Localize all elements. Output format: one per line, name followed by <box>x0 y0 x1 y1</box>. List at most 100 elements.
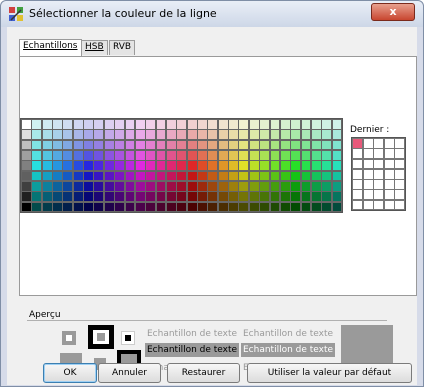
color-swatch[interactable] <box>207 170 219 182</box>
color-swatch[interactable] <box>321 181 333 192</box>
color-swatch[interactable] <box>269 129 281 141</box>
color-swatch[interactable] <box>310 191 322 203</box>
color-swatch[interactable] <box>228 129 239 141</box>
color-swatch[interactable] <box>310 150 322 161</box>
recent-color-slot[interactable] <box>352 179 364 190</box>
color-swatch[interactable] <box>176 160 188 172</box>
color-swatch[interactable] <box>217 160 229 172</box>
color-swatch[interactable] <box>114 129 126 141</box>
color-swatch[interactable] <box>300 139 312 151</box>
color-swatch[interactable] <box>31 170 43 182</box>
color-swatch[interactable] <box>248 170 260 182</box>
color-swatch[interactable] <box>41 119 53 130</box>
color-swatch[interactable] <box>321 191 333 203</box>
color-swatch[interactable] <box>145 181 157 192</box>
color-swatch[interactable] <box>176 170 188 182</box>
color-swatch[interactable] <box>300 181 312 192</box>
color-swatch[interactable] <box>145 160 157 172</box>
color-swatch[interactable] <box>197 129 208 141</box>
recent-color-slot[interactable] <box>352 189 364 201</box>
color-swatch[interactable] <box>207 201 219 213</box>
color-swatch[interactable] <box>279 150 291 161</box>
color-swatch[interactable] <box>155 170 167 182</box>
color-swatch[interactable] <box>269 139 281 151</box>
color-swatch[interactable] <box>52 160 63 172</box>
color-swatch[interactable] <box>72 160 84 172</box>
color-swatch[interactable] <box>21 150 32 161</box>
color-swatch[interactable] <box>155 201 167 213</box>
color-swatch[interactable] <box>207 139 219 151</box>
color-swatch[interactable] <box>165 181 177 192</box>
color-swatch[interactable] <box>145 119 157 130</box>
recent-color-slot[interactable] <box>352 168 364 180</box>
color-swatch[interactable] <box>72 119 84 130</box>
color-swatch[interactable] <box>165 201 177 213</box>
color-swatch[interactable] <box>290 139 302 151</box>
tab-rvb[interactable]: RVB <box>109 40 136 55</box>
color-swatch[interactable] <box>31 181 43 192</box>
recent-color-slot[interactable] <box>394 168 406 180</box>
color-swatch[interactable] <box>259 150 270 161</box>
color-swatch[interactable] <box>155 119 167 130</box>
color-swatch[interactable] <box>52 201 63 213</box>
color-swatch[interactable] <box>176 201 188 213</box>
color-swatch[interactable] <box>52 129 63 141</box>
color-swatch[interactable] <box>103 150 115 161</box>
color-swatch[interactable] <box>41 160 53 172</box>
color-swatch[interactable] <box>62 170 74 182</box>
color-swatch[interactable] <box>248 181 260 192</box>
color-swatch[interactable] <box>321 150 333 161</box>
color-swatch[interactable] <box>145 139 157 151</box>
color-swatch[interactable] <box>52 119 63 130</box>
color-swatch[interactable] <box>321 119 333 130</box>
color-swatch[interactable] <box>83 191 94 203</box>
color-swatch[interactable] <box>93 191 105 203</box>
color-swatch[interactable] <box>321 170 333 182</box>
color-swatch[interactable] <box>290 119 302 130</box>
color-swatch[interactable] <box>290 181 302 192</box>
color-swatch[interactable] <box>134 160 146 172</box>
color-swatch[interactable] <box>114 201 126 213</box>
color-swatch[interactable] <box>62 129 74 141</box>
color-swatch[interactable] <box>134 170 146 182</box>
color-swatch[interactable] <box>114 160 126 172</box>
color-swatch[interactable] <box>52 191 63 203</box>
color-swatch[interactable] <box>83 160 94 172</box>
color-swatch[interactable] <box>228 181 239 192</box>
recent-color-slot[interactable] <box>394 199 406 211</box>
color-swatch[interactable] <box>41 181 53 192</box>
color-swatch[interactable] <box>124 160 136 172</box>
color-swatch[interactable] <box>93 150 105 161</box>
recent-color-slot[interactable] <box>373 189 385 201</box>
color-swatch[interactable] <box>165 119 177 130</box>
recent-color-slot[interactable] <box>362 168 374 180</box>
recent-color-slot[interactable] <box>373 179 385 190</box>
color-swatch[interactable] <box>279 191 291 203</box>
color-swatch[interactable] <box>238 191 250 203</box>
color-swatch[interactable] <box>155 150 167 161</box>
color-swatch[interactable] <box>114 181 126 192</box>
color-swatch[interactable] <box>186 129 198 141</box>
color-swatch[interactable] <box>72 129 84 141</box>
color-swatch[interactable] <box>290 201 302 213</box>
color-swatch[interactable] <box>124 150 136 161</box>
color-swatch[interactable] <box>155 191 167 203</box>
color-swatch[interactable] <box>207 119 219 130</box>
color-swatch[interactable] <box>21 181 32 192</box>
color-swatch[interactable] <box>186 201 198 213</box>
color-swatch[interactable] <box>207 150 219 161</box>
color-swatch[interactable] <box>279 160 291 172</box>
color-swatch[interactable] <box>238 129 250 141</box>
color-swatch[interactable] <box>300 191 312 203</box>
color-swatch[interactable] <box>186 170 198 182</box>
color-swatch[interactable] <box>217 129 229 141</box>
color-swatch[interactable] <box>41 201 53 213</box>
color-swatch[interactable] <box>124 191 136 203</box>
recent-color-slot[interactable] <box>394 158 406 170</box>
color-swatch[interactable] <box>321 139 333 151</box>
color-swatch[interactable] <box>103 139 115 151</box>
color-swatch[interactable] <box>331 129 343 141</box>
color-swatch[interactable] <box>321 201 333 213</box>
color-swatch[interactable] <box>31 201 43 213</box>
color-swatch[interactable] <box>83 170 94 182</box>
